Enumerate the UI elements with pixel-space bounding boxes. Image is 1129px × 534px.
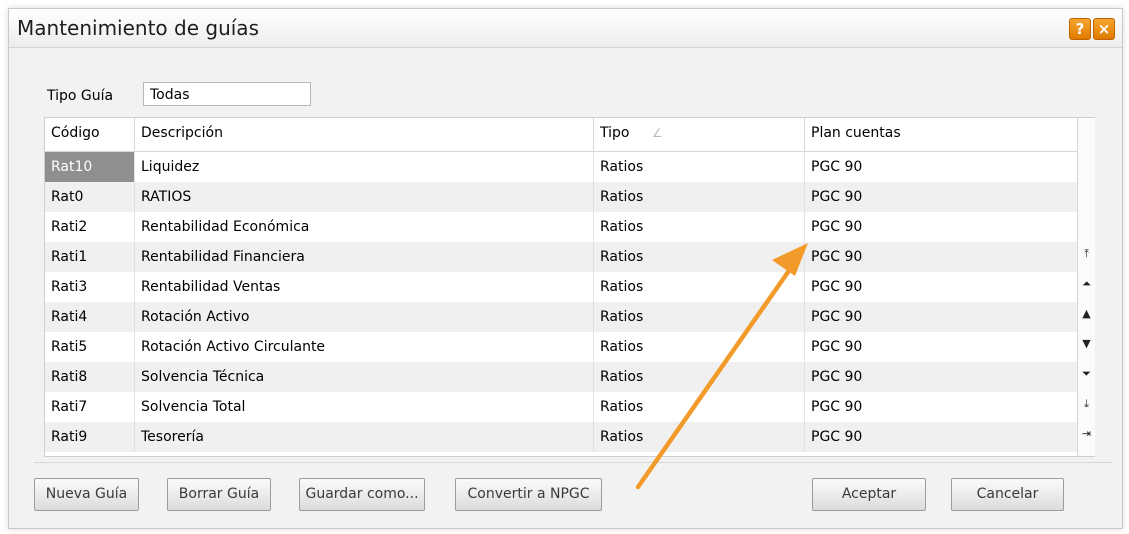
page-down-icon[interactable]: ⏷	[1079, 363, 1094, 385]
save-as-button[interactable]: Guardar como...	[299, 478, 425, 511]
accept-button[interactable]: Aceptar	[812, 478, 926, 511]
row-description-cell[interactable]: Liquidez	[135, 152, 594, 182]
row-code-cell[interactable]: Rat10	[45, 152, 135, 182]
first-page-icon[interactable]: ⤒	[1079, 243, 1094, 265]
row-code-cell[interactable]: Rati5	[45, 332, 135, 362]
row-code-cell[interactable]: Rati7	[45, 392, 135, 422]
row-type-cell[interactable]: Ratios	[594, 242, 805, 272]
row-type-cell[interactable]: Ratios	[594, 182, 805, 212]
row-description-cell[interactable]: Tesorería	[135, 422, 594, 452]
new-guide-button[interactable]: Nueva Guía	[34, 478, 139, 511]
column-header-description[interactable]: Descripción	[135, 118, 594, 151]
row-down-icon[interactable]: ▼	[1079, 333, 1094, 355]
column-header-plan[interactable]: Plan cuentas	[805, 118, 1077, 151]
row-description-cell[interactable]: Rentabilidad Financiera	[135, 242, 594, 272]
column-header-code[interactable]: Código	[45, 118, 135, 151]
table-row[interactable]: Rati2 Rentabilidad Económica Ratios PGC 90	[45, 212, 1077, 242]
row-description-cell[interactable]: RATIOS	[135, 182, 594, 212]
row-plan-cell[interactable]: PGC 90	[805, 152, 1077, 182]
row-plan-cell[interactable]: PGC 90	[805, 272, 1077, 302]
row-type-cell[interactable]: Ratios	[594, 152, 805, 182]
row-type-cell[interactable]: Ratios	[594, 422, 805, 452]
table-row[interactable]: Rat0 RATIOS Ratios PGC 90	[45, 182, 1077, 212]
row-code-cell[interactable]: Rat0	[45, 182, 135, 212]
close-button[interactable]: ×	[1093, 18, 1115, 40]
row-type-cell[interactable]: Ratios	[594, 272, 805, 302]
row-plan-cell[interactable]: PGC 90	[805, 182, 1077, 212]
footer-divider	[34, 462, 1112, 463]
guides-table: Código Descripción Tipo ∠ Plan cuentas R…	[44, 117, 1095, 457]
guides-dialog: Mantenimiento de guías ? × Tipo Guía Tod…	[8, 8, 1123, 529]
sort-indicator-icon: ∠	[652, 126, 663, 140]
row-code-cell[interactable]: Rati3	[45, 272, 135, 302]
row-type-cell[interactable]: Ratios	[594, 332, 805, 362]
row-plan-cell[interactable]: PGC 90	[805, 362, 1077, 392]
row-description-cell[interactable]: Solvencia Total	[135, 392, 594, 422]
table-row[interactable]: Rati8 Solvencia Técnica Ratios PGC 90	[45, 362, 1077, 392]
delete-guide-button[interactable]: Borrar Guía	[167, 478, 271, 511]
row-code-cell[interactable]: Rati4	[45, 302, 135, 332]
row-type-cell[interactable]: Ratios	[594, 302, 805, 332]
row-plan-cell[interactable]: PGC 90	[805, 422, 1077, 452]
column-header-type[interactable]: Tipo ∠	[594, 118, 805, 151]
row-plan-cell[interactable]: PGC 90	[805, 332, 1077, 362]
row-plan-cell[interactable]: PGC 90	[805, 212, 1077, 242]
row-description-cell[interactable]: Rotación Activo	[135, 302, 594, 332]
row-code-cell[interactable]: Rati2	[45, 212, 135, 242]
row-description-cell[interactable]: Rentabilidad Ventas	[135, 272, 594, 302]
guide-type-label: Tipo Guía	[47, 88, 114, 104]
table-row[interactable]: Rati1 Rentabilidad Financiera Ratios PGC 90	[45, 242, 1077, 272]
row-type-cell[interactable]: Ratios	[594, 362, 805, 392]
row-plan-cell[interactable]: PGC 90	[805, 392, 1077, 422]
guide-type-field[interactable]: Todas	[143, 82, 311, 106]
table-row[interactable]: Rati3 Rentabilidad Ventas Ratios PGC 90	[45, 272, 1077, 302]
row-up-icon[interactable]: ▲	[1079, 303, 1094, 325]
export-icon[interactable]: ⇥	[1079, 423, 1094, 445]
row-code-cell[interactable]: Rati8	[45, 362, 135, 392]
row-description-cell[interactable]: Solvencia Técnica	[135, 362, 594, 392]
row-description-cell[interactable]: Rentabilidad Económica	[135, 212, 594, 242]
table-row[interactable]: Rat10 Liquidez Ratios PGC 90	[45, 152, 1077, 182]
convert-npgc-button[interactable]: Convertir a NPGC	[455, 478, 602, 511]
table-scrollbar[interactable]: ⤒ ⏶ ▲ ▼ ⏷ ⤓ ⇥	[1077, 118, 1095, 456]
table-row[interactable]: Rati4 Rotación Activo Ratios PGC 90	[45, 302, 1077, 332]
row-description-cell[interactable]: Rotación Activo Circulante	[135, 332, 594, 362]
row-plan-cell[interactable]: PGC 90	[805, 242, 1077, 272]
table-header: Código Descripción Tipo ∠ Plan cuentas	[45, 118, 1077, 152]
last-page-icon[interactable]: ⤓	[1079, 393, 1094, 415]
column-header-type-label: Tipo	[600, 125, 630, 141]
help-button[interactable]: ?	[1069, 18, 1091, 40]
window-title: Mantenimiento de guías	[17, 16, 259, 40]
row-plan-cell[interactable]: PGC 90	[805, 302, 1077, 332]
row-type-cell[interactable]: Ratios	[594, 392, 805, 422]
table-row[interactable]: Rati9 Tesorería Ratios PGC 90	[45, 422, 1077, 452]
cancel-button[interactable]: Cancelar	[951, 478, 1064, 511]
table-row[interactable]: Rati5 Rotación Activo Circulante Ratios PGC…	[45, 332, 1077, 362]
page-up-icon[interactable]: ⏶	[1079, 273, 1094, 295]
row-code-cell[interactable]: Rati1	[45, 242, 135, 272]
table-body: Rat10 Liquidez Ratios PGC 90 Rat0 RATIOS Ratio…	[45, 152, 1077, 452]
row-code-cell[interactable]: Rati9	[45, 422, 135, 452]
row-type-cell[interactable]: Ratios	[594, 212, 805, 242]
table-row[interactable]: Rati7 Solvencia Total Ratios PGC 90	[45, 392, 1077, 422]
title-bar: Mantenimiento de guías ? ×	[9, 9, 1122, 48]
